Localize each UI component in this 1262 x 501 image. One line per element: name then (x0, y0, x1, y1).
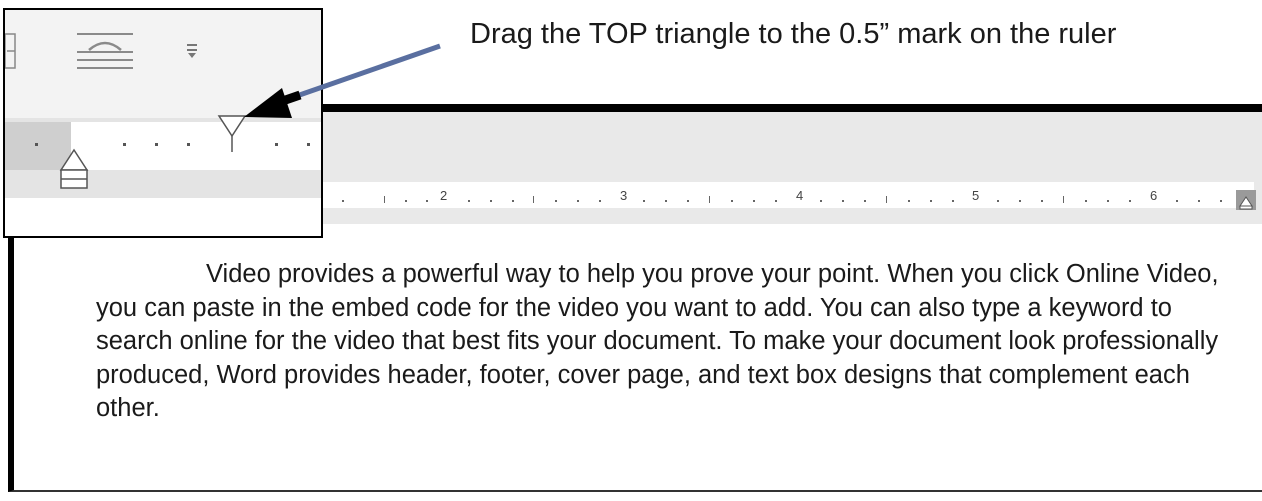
first-line-indent-marker-icon[interactable] (215, 112, 249, 156)
ruler-tick (864, 200, 866, 202)
ruler-tick (1019, 200, 1021, 202)
ruler-tick (342, 200, 344, 202)
ruler-tick (123, 143, 126, 146)
ruler-tick (842, 200, 844, 202)
ruler-tick (908, 200, 910, 202)
ruler-tick (155, 143, 158, 146)
ruler-tick (555, 200, 557, 202)
ruler-tick (665, 200, 667, 202)
ruler-tick (731, 200, 733, 202)
line-spacing-icon[interactable] (5, 32, 19, 72)
ruler-tick (1107, 200, 1109, 202)
ruler-tick (709, 196, 710, 203)
ruler-tick (426, 200, 428, 202)
dropdown-chevron-icon[interactable] (185, 42, 199, 60)
ruler-tick (952, 200, 954, 202)
ruler-tick (775, 200, 777, 202)
zoomed-ruler-inset (3, 8, 323, 238)
ruler-label-6: 6 (1150, 188, 1158, 203)
ruler-tick (1085, 200, 1087, 202)
paragraph-align-icon[interactable] (75, 30, 135, 74)
ruler-tick (820, 200, 822, 202)
ruler-tick (468, 200, 470, 202)
ruler-tick (886, 196, 887, 203)
ruler-tick (1063, 196, 1064, 203)
ruler-tick (1198, 200, 1200, 202)
inset-page-area (5, 198, 321, 236)
ruler-tick (753, 200, 755, 202)
horizontal-ruler[interactable] (314, 182, 1254, 208)
ruler-tick (1176, 200, 1178, 202)
ruler-tick (405, 200, 407, 202)
ruler-tick (687, 200, 689, 202)
ruler-tick (577, 200, 579, 202)
ruler-tick (1041, 200, 1043, 202)
ruler-label-5: 5 (972, 188, 980, 203)
ruler-tick (533, 196, 534, 203)
ruler-tick (35, 143, 38, 146)
right-indent-marker-icon[interactable] (1236, 190, 1256, 210)
ruler-label-2: 2 (440, 188, 448, 203)
ruler-tick (512, 200, 514, 202)
ruler-tick (599, 200, 601, 202)
ruler-tick (1220, 200, 1222, 202)
hanging-indent-marker-icon[interactable] (57, 146, 91, 196)
ruler-tick (1129, 200, 1131, 202)
inset-ruler[interactable] (71, 122, 321, 170)
ruler-tick (997, 200, 999, 202)
ruler-tick (307, 143, 310, 146)
ruler-label-4: 4 (796, 188, 804, 203)
ruler-tick (643, 200, 645, 202)
ruler-tick (384, 196, 385, 203)
ruler-tick (930, 200, 932, 202)
ribbon-area (5, 10, 321, 118)
document-paragraph[interactable]: Video provides a powerful way to help yo… (96, 258, 1246, 426)
instruction-caption: Drag the TOP triangle to the 0.5” mark o… (470, 18, 1117, 50)
ruler-tick (275, 143, 278, 146)
ruler-label-3: 3 (620, 188, 628, 203)
ruler-tick (187, 143, 190, 146)
ruler-tick (490, 200, 492, 202)
